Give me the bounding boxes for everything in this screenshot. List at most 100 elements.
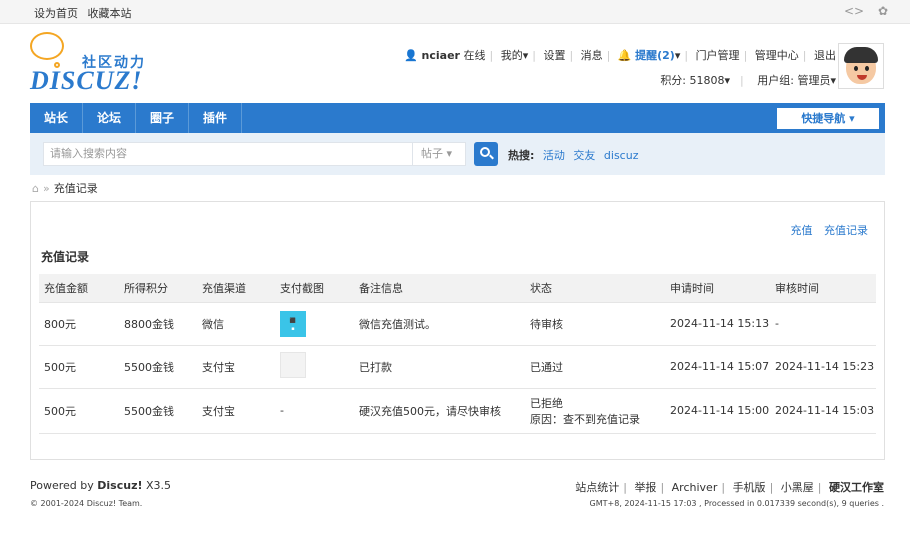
reject-reason: 原因：查不到充值记录	[530, 412, 640, 426]
cell-review-time: 2024-11-14 15:03	[770, 388, 876, 434]
cell-amount: 500元	[39, 345, 119, 389]
cell-screenshot	[275, 345, 354, 389]
cell-amount: 500元	[39, 388, 119, 434]
cell-review-time: 2024-11-14 15:23	[770, 345, 876, 389]
logo-bubble-icon	[30, 32, 64, 60]
home-icon[interactable]: ⌂	[32, 182, 39, 195]
footer-links: 站点统计 | 举报 | Archiver | 手机版 | 小黑屋 | 硬汉工作室	[575, 481, 884, 494]
footer-link-blacklist[interactable]: 小黑屋	[781, 481, 814, 494]
cell-apply-time: 2024-11-14 15:07	[665, 345, 770, 389]
main-nav: 站长 论坛 圈子 插件 快捷导航 ▾	[30, 103, 885, 133]
online-status: 在线	[463, 49, 486, 62]
admin-center-link[interactable]: 管理中心	[755, 49, 799, 62]
footer-copyright: © 2001-2024 Discuz! Team.	[30, 499, 143, 508]
footer-powered: Powered by Discuz! X3.5	[30, 479, 172, 492]
table-row: 500元 5500金钱 支付宝 - 硬汉充值500元，请尽快审核 已拒绝 原因：…	[39, 388, 876, 434]
cell-status: 待审核	[525, 302, 665, 346]
avatar[interactable]	[838, 43, 884, 89]
cell-credits: 5500金钱	[119, 388, 197, 434]
col-review-time: 审核时间	[770, 274, 876, 303]
breadcrumb: ⌂» 充值记录	[32, 182, 98, 195]
screenshot-thumbnail[interactable]: ⬛ ▪	[280, 310, 306, 337]
recharge-link[interactable]: 充值	[791, 224, 813, 237]
cell-channel: 支付宝	[197, 345, 275, 389]
col-status: 状态	[525, 274, 665, 303]
screenshot-thumbnail[interactable]	[280, 352, 306, 378]
logo-en-text: DISCUZ!	[30, 66, 143, 95]
user-bar-secondary: 积分: 51808▾ | 用户组: 管理员▾	[660, 74, 836, 87]
bell-icon: 🔔	[617, 49, 632, 62]
cell-credits: 8800金钱	[119, 302, 197, 346]
cell-note: 硬汉充值500元，请尽快审核	[354, 388, 525, 434]
footer-link-mobile[interactable]: 手机版	[733, 481, 766, 494]
col-apply-time: 申请时间	[665, 274, 770, 303]
code-icon[interactable]: <>	[844, 4, 864, 18]
cell-channel: 支付宝	[197, 388, 275, 434]
mine-menu[interactable]: 我的	[501, 49, 523, 62]
nav-item-group[interactable]: 圈子	[136, 103, 190, 133]
recharge-record-link[interactable]: 充值记录	[824, 224, 868, 237]
credits-menu[interactable]: 积分: 51808	[660, 74, 724, 87]
chevron-down-icon: ▾	[674, 49, 681, 62]
col-credits: 所得积分	[119, 274, 197, 303]
hot-search-label: 热搜:	[508, 149, 535, 162]
footer-brand-link[interactable]: Discuz!	[97, 479, 142, 492]
site-logo[interactable]: 社区动力 DISCUZ!	[30, 32, 160, 95]
cell-apply-time: 2024-11-14 15:00	[665, 388, 770, 434]
table-row: 800元 8800金钱 微信 ⬛ ▪ 微信充值测试。 待审核 2024-11-14…	[39, 302, 876, 346]
hot-search-item[interactable]: 交友	[573, 149, 595, 162]
panel-title: 充值记录	[41, 250, 90, 264]
recharge-table: 充值金额 所得积分 充值渠道 支付截图 备注信息 状态 申请时间 审核时间 80…	[39, 274, 876, 434]
footer-link-report[interactable]: 举报	[634, 481, 656, 494]
user-bar: 👤 nciaer 在线 | 我的▾ | 设置 | 消息 | 🔔 提醒(2)▾ | 门户管理…	[404, 49, 836, 62]
footer-link-studio[interactable]: 硬汉工作室	[829, 481, 884, 494]
footer-link-archiver[interactable]: Archiver	[672, 481, 718, 494]
palette-icon[interactable]: ✿	[878, 4, 888, 18]
messages-link[interactable]: 消息	[581, 49, 603, 62]
settings-link[interactable]: 设置	[543, 49, 565, 62]
nav-item-forum[interactable]: 论坛	[83, 103, 137, 133]
search-button[interactable]	[474, 142, 498, 166]
hot-search: 热搜: 活动 交友 discuz	[508, 147, 638, 163]
nav-item-plugin[interactable]: 插件	[189, 103, 243, 133]
search-type-select[interactable]: 帖子 ▾	[412, 142, 466, 166]
remind-link[interactable]: 提醒(2)	[635, 49, 675, 62]
top-right-icons: <> ✿	[834, 4, 888, 18]
status-text: 已拒绝	[530, 396, 563, 410]
panel-links: 充值 充值记录	[783, 222, 869, 238]
cell-apply-time: 2024-11-14 15:13	[665, 302, 770, 346]
hot-search-item[interactable]: discuz	[604, 149, 639, 162]
footer-link-stats[interactable]: 站点统计	[575, 481, 619, 494]
cell-note: 微信充值测试。	[354, 302, 525, 346]
col-amount: 充值金额	[39, 274, 119, 303]
hot-search-item[interactable]: 活动	[543, 149, 565, 162]
portal-admin-link[interactable]: 门户管理	[696, 49, 740, 62]
logout-link[interactable]: 退出	[814, 49, 836, 62]
col-screenshot: 支付截图	[275, 274, 354, 303]
cell-screenshot: -	[275, 388, 354, 434]
cell-status: 已拒绝 原因：查不到充值记录	[525, 388, 665, 434]
chevron-down-icon: ▾	[830, 74, 836, 87]
bookmark-link[interactable]: 收藏本站	[88, 7, 132, 20]
top-links: 设为首页 收藏本站	[34, 5, 138, 21]
quick-nav-button[interactable]: 快捷导航 ▾	[777, 108, 879, 129]
chevron-down-icon: ▾	[724, 74, 731, 87]
table-row: 500元 5500金钱 支付宝 已打款 已通过 2024-11-14 15:07…	[39, 345, 876, 389]
user-group-menu[interactable]: 用户组: 管理员	[757, 74, 830, 87]
col-channel: 充值渠道	[197, 274, 275, 303]
search-input[interactable]: 请输入搜索内容	[43, 142, 413, 166]
footer-stats: GMT+8, 2024-11-15 17:03 , Processed in 0…	[589, 499, 884, 508]
set-home-link[interactable]: 设为首页	[34, 7, 78, 20]
cell-amount: 800元	[39, 302, 119, 346]
top-bar: 设为首页 收藏本站 <> ✿	[0, 0, 910, 24]
col-note: 备注信息	[354, 274, 525, 303]
cell-screenshot: ⬛ ▪	[275, 302, 354, 346]
username-link[interactable]: nciaer	[422, 49, 460, 62]
chevron-down-icon: ▾	[522, 49, 529, 62]
cell-channel: 微信	[197, 302, 275, 346]
breadcrumb-current: 充值记录	[53, 182, 98, 195]
cell-status: 已通过	[525, 345, 665, 389]
nav-item-webmaster[interactable]: 站长	[30, 103, 84, 133]
recharge-panel: 充值 充值记录 充值记录 充值金额 所得积分 充值渠道 支付截图 备注信息 状态…	[30, 201, 885, 460]
search-bar: 请输入搜索内容 帖子 ▾ 热搜: 活动 交友 discuz	[30, 133, 885, 175]
